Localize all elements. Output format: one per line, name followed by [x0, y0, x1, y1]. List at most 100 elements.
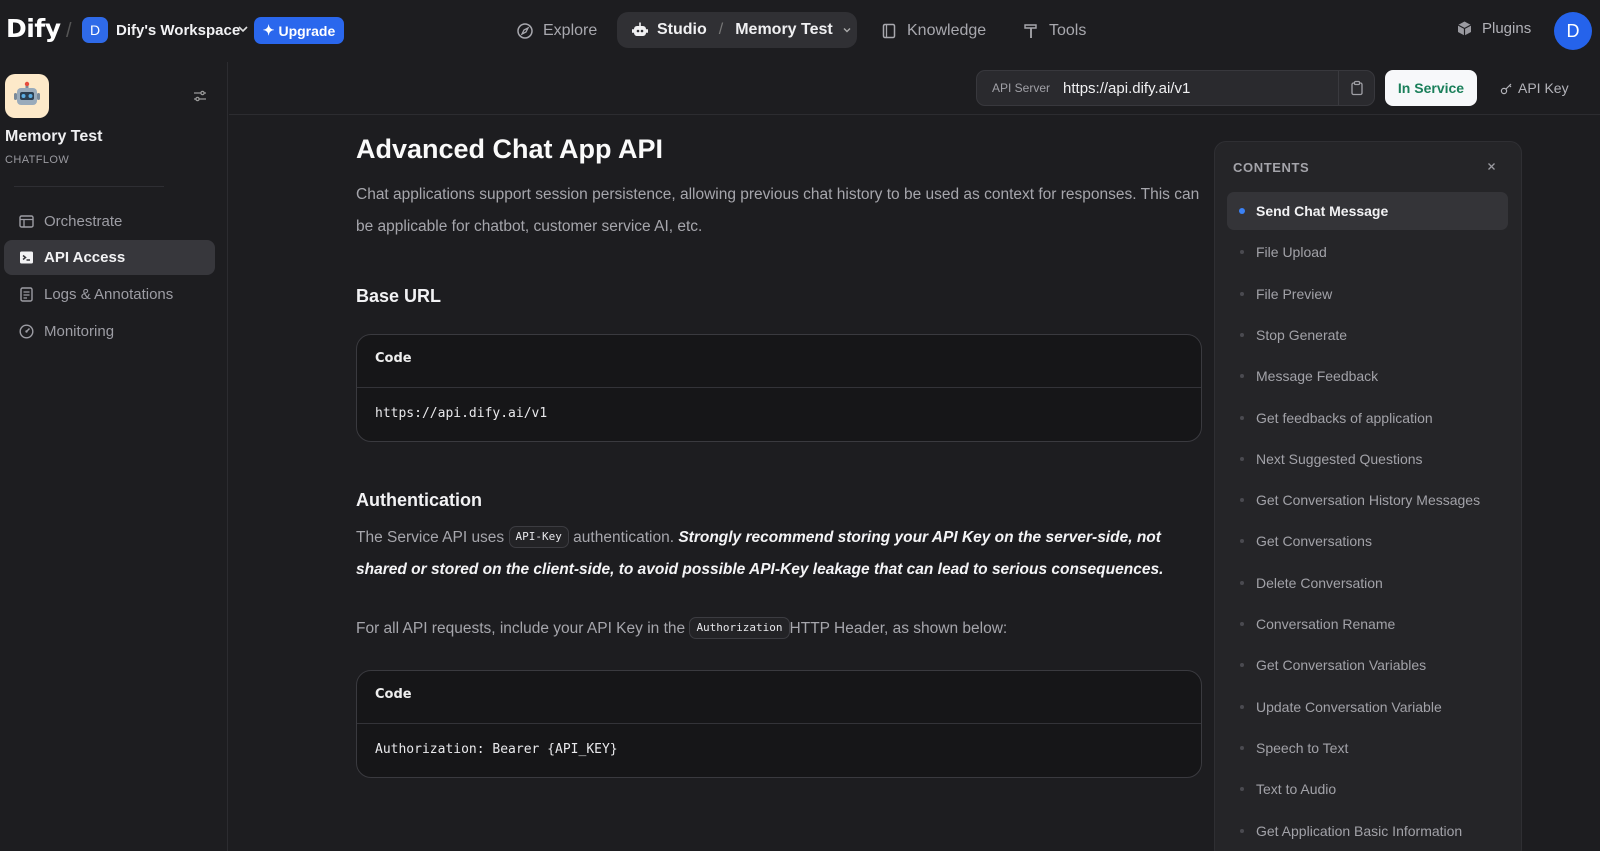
- app-sidebar: Memory Test CHATFLOW Orchestrate API Acc…: [0, 62, 228, 851]
- code-block-header: Code: [357, 671, 1201, 724]
- key-icon: [1500, 83, 1512, 94]
- bullet-icon: [1240, 622, 1244, 626]
- bullet-icon: [1240, 704, 1244, 709]
- code-block-header: Code: [357, 335, 1201, 388]
- contents-item-label: File Preview: [1256, 285, 1333, 302]
- authentication-heading: Authentication: [356, 490, 482, 510]
- terminal-icon: [20, 251, 33, 264]
- workspace-name[interactable]: Dify's Workspace: [116, 22, 240, 39]
- contents-item[interactable]: File Upload: [1227, 233, 1508, 271]
- workspace-avatar[interactable]: D: [82, 17, 108, 43]
- contents-item[interactable]: Get Conversation History Messages: [1227, 481, 1508, 519]
- nav-knowledge-label: Knowledge: [907, 22, 987, 39]
- api-server-bar: API Server https://api.dify.ai/v1: [976, 70, 1375, 106]
- bullet-icon: [1240, 415, 1244, 420]
- bullet-icon: [1240, 828, 1244, 833]
- contents-item-label: Send Chat Message: [1256, 203, 1389, 219]
- sidebar-item-label: Logs & Annotations: [44, 286, 174, 303]
- current-app-name[interactable]: Memory Test: [735, 21, 833, 39]
- compass-icon: [517, 23, 533, 39]
- auth-text: authentication.: [573, 529, 674, 546]
- contents-item-label: Message Feedback: [1256, 368, 1379, 385]
- sidebar-item-logs-annotations[interactable]: Logs & Annotations: [4, 277, 215, 312]
- nav-explore[interactable]: Explore: [516, 14, 597, 48]
- app-type-label: CHATFLOW: [5, 154, 70, 166]
- close-icon[interactable]: [1485, 160, 1498, 173]
- contents-item-label: Get Application Basic Information: [1256, 822, 1463, 839]
- contents-item-label: Next Suggested Questions: [1256, 450, 1423, 467]
- api-key-label: API Key: [1518, 80, 1569, 96]
- chevron-down-icon[interactable]: [841, 24, 853, 36]
- contents-item-label: Conversation Rename: [1256, 616, 1396, 632]
- inline-code: API-Key: [508, 526, 569, 548]
- contents-item[interactable]: Text to Audio: [1227, 770, 1508, 808]
- authentication-paragraph: The Service API uses API-Key authenticat…: [356, 522, 1186, 586]
- chevron-down-icon[interactable]: [236, 22, 250, 36]
- contents-item-label: Stop Generate: [1256, 326, 1348, 343]
- contents-item[interactable]: Send Chat Message: [1227, 192, 1508, 230]
- app-icon: [5, 74, 49, 118]
- sidebar-item-orchestrate[interactable]: Orchestrate: [4, 204, 215, 239]
- page-description: Chat applications support session persis…: [356, 186, 1200, 235]
- inline-code: Authorization: [689, 617, 790, 639]
- contents-item[interactable]: Next Suggested Questions: [1227, 440, 1508, 478]
- contents-item[interactable]: Delete Conversation: [1227, 564, 1508, 602]
- nav-explore-label: Explore: [543, 22, 598, 39]
- auth-text: HTTP Header, as shown below:: [789, 620, 1008, 637]
- bullet-icon: [1240, 663, 1244, 668]
- auth-text: The Service API uses: [356, 529, 505, 546]
- page-title: Advanced Chat App API: [356, 134, 664, 164]
- contents-item[interactable]: File Preview: [1227, 275, 1508, 313]
- contents-item[interactable]: Message Feedback: [1227, 357, 1508, 395]
- top-navigation-bar: Dify / D Dify's Workspace ✦ Upgrade Expl…: [0, 0, 1600, 62]
- contents-item-label: Speech to Text: [1256, 739, 1349, 756]
- contents-item[interactable]: Get Conversation Variables: [1227, 646, 1508, 684]
- contents-item-label: File Upload: [1256, 244, 1327, 261]
- code-block-body[interactable]: Authorization: Bearer {API_KEY}: [357, 724, 1201, 775]
- api-key-button[interactable]: API Key: [1500, 80, 1569, 96]
- contents-item[interactable]: Get feedbacks of application: [1227, 399, 1508, 437]
- contents-item[interactable]: Update Conversation Variable: [1227, 688, 1508, 726]
- contents-item[interactable]: Get Conversations: [1227, 522, 1508, 560]
- sidebar-item-monitoring[interactable]: Monitoring: [4, 314, 215, 349]
- upgrade-button[interactable]: ✦ Upgrade: [254, 17, 344, 44]
- nav-knowledge[interactable]: Knowledge: [880, 14, 986, 48]
- base-url-code-block: Code https://api.dify.ai/v1: [356, 334, 1202, 442]
- auth-text: For all API requests, include your API K…: [356, 620, 686, 637]
- layout-icon: [19, 215, 34, 228]
- user-avatar[interactable]: D: [1554, 12, 1592, 50]
- robot-icon: [632, 22, 648, 36]
- dify-logo[interactable]: Dify: [6, 14, 61, 43]
- contents-item[interactable]: Conversation Rename: [1227, 605, 1508, 643]
- log-icon: [20, 287, 33, 302]
- api-server-label: API Server: [992, 81, 1051, 95]
- contents-item-label: Get Conversations: [1256, 533, 1372, 550]
- contents-item-label: Get feedbacks of application: [1256, 409, 1433, 426]
- nav-studio[interactable]: Studio / Memory Test: [617, 12, 857, 48]
- sliders-icon[interactable]: [192, 88, 208, 104]
- plugins-button[interactable]: Plugins: [1456, 20, 1531, 37]
- bullet-icon: [1240, 374, 1244, 379]
- code-block-body[interactable]: https://api.dify.ai/v1: [357, 388, 1201, 439]
- contents-item-label: Delete Conversation: [1256, 574, 1383, 591]
- sidebar-item-api-access[interactable]: API Access: [4, 240, 215, 275]
- base-url-heading: Base URL: [356, 286, 442, 306]
- contents-item-label: Get Conversation Variables: [1256, 657, 1427, 674]
- breadcrumb-separator: /: [718, 21, 724, 38]
- contents-item-label: Update Conversation Variable: [1256, 698, 1442, 715]
- gauge-icon: [19, 324, 34, 339]
- nav-tools[interactable]: Tools: [1022, 14, 1086, 48]
- contents-item-label: Text to Audio: [1256, 781, 1337, 798]
- contents-item[interactable]: Stop Generate: [1227, 316, 1508, 354]
- sidebar-item-label: Monitoring: [44, 323, 115, 340]
- bullet-icon: [1240, 539, 1244, 544]
- plugins-label: Plugins: [1482, 20, 1532, 37]
- clipboard-icon: [1350, 80, 1363, 96]
- nav-tools-label: Tools: [1049, 22, 1087, 39]
- upgrade-label: Upgrade: [278, 22, 336, 39]
- contents-item[interactable]: Speech to Text: [1227, 729, 1508, 767]
- copy-button[interactable]: [1338, 71, 1374, 105]
- contents-item[interactable]: Get Application Basic Information: [1227, 812, 1508, 850]
- in-service-button[interactable]: In Service: [1385, 70, 1477, 106]
- bullet-icon: [1240, 332, 1244, 337]
